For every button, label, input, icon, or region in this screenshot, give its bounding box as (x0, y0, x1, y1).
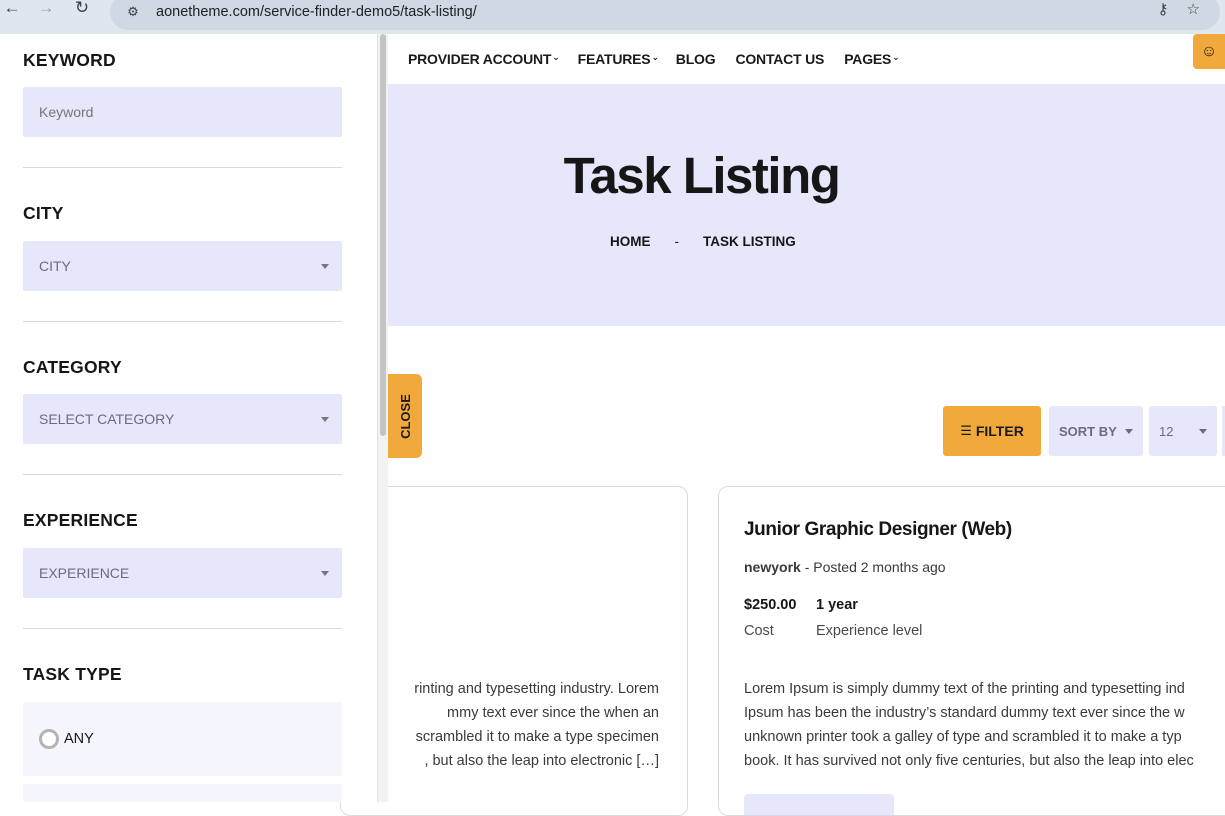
breadcrumb-separator: - (674, 234, 680, 249)
desc-line: unknown printer took a galley of type an… (744, 729, 1182, 745)
nav-provider-account[interactable]: PROVIDER ACCOUNT ⌄ (408, 51, 560, 67)
task-action-button[interactable] (744, 794, 894, 815)
per-page-value: 12 (1159, 423, 1174, 439)
task-description: Lorem Ipsum is simply dummy text of the … (744, 677, 1194, 773)
section-title: KEYWORD (23, 50, 116, 70)
keyword-section: KEYWORD (23, 50, 342, 71)
nav-contact-us[interactable]: CONTACT US (735, 51, 824, 67)
city-section: CITY (23, 203, 342, 224)
address-bar[interactable]: ⚙ aonetheme.com/service-finder-demo5/tas… (110, 0, 1220, 30)
sliders-icon: ☰ (960, 423, 972, 438)
category-section: CATEGORY (23, 357, 342, 378)
caret-down-icon (321, 571, 329, 576)
nav-label: PROVIDER ACCOUNT (408, 51, 552, 67)
user-icon: ☺ (1200, 42, 1218, 60)
desc-line: rinting and typesetting industry. Lorem (414, 681, 659, 697)
section-title: CATEGORY (23, 357, 122, 377)
task-location: newyork (744, 559, 801, 575)
desc-line: book. It has survived not only five cent… (744, 753, 1194, 769)
chevron-down-icon: ⌄ (892, 52, 900, 62)
task-type-option-next[interactable] (23, 784, 342, 802)
divider (23, 321, 342, 322)
url-text: aonetheme.com/service-finder-demo5/task-… (156, 4, 477, 20)
task-posted: Posted 2 months ago (813, 559, 946, 575)
category-value: SELECT CATEGORY (39, 411, 175, 427)
desc-line: Lorem Ipsum is simply dummy text of the … (744, 681, 1185, 697)
breadcrumb-current: TASK LISTING (703, 234, 796, 249)
radio-button[interactable] (39, 729, 59, 749)
experience-select[interactable]: EXPERIENCE (23, 548, 342, 598)
main-nav: PROVIDER ACCOUNT ⌄ FEATURES ⌄ BLOG CONTACT… (378, 34, 1225, 84)
desc-line: mmy text ever since the when an (447, 705, 659, 721)
chevron-down-icon: ⌄ (651, 52, 659, 62)
caret-down-icon (321, 417, 329, 422)
caret-down-icon (321, 264, 329, 269)
page-title: Task Listing (563, 147, 841, 204)
category-select[interactable]: SELECT CATEGORY (23, 394, 342, 444)
section-title: CITY (23, 203, 64, 223)
site-settings-icon[interactable]: ⚙ (122, 1, 144, 23)
task-cost-label: Cost (744, 623, 774, 639)
chevron-down-icon: ⌄ (552, 52, 560, 62)
section-title: EXPERIENCE (23, 510, 138, 530)
task-meta: newyork - Posted 2 months ago (744, 559, 946, 575)
page-hero: Task Listing HOME - TASK LISTING (378, 84, 1225, 326)
back-arrow-icon[interactable]: ← (0, 0, 30, 22)
user-account-button[interactable]: ☺ (1193, 34, 1225, 69)
sort-label: SORT BY (1059, 423, 1117, 439)
forward-arrow-icon[interactable]: → (28, 0, 64, 22)
divider (23, 474, 342, 475)
breadcrumb: HOME - TASK LISTING (610, 234, 796, 249)
task-card[interactable]: rinting and typesetting industry. Lorem … (340, 486, 688, 816)
task-card[interactable]: Junior Graphic Designer (Web) newyork - … (718, 486, 1225, 816)
task-type-section: TASK TYPE (23, 664, 342, 685)
experience-value: EXPERIENCE (39, 565, 130, 581)
per-page-select[interactable]: 12 (1149, 406, 1217, 456)
close-label: CLOSE (397, 393, 413, 439)
browser-toolbar: ← → ↻ ⚙ aonetheme.com/service-finder-dem… (0, 0, 1225, 34)
task-experience-value: 1 year (816, 597, 858, 613)
filter-label: FILTER (975, 423, 1024, 439)
task-cost-value: $250.00 (744, 597, 797, 613)
nav-pages[interactable]: PAGES ⌄ (844, 51, 900, 67)
task-type-option-any[interactable]: ANY (23, 702, 342, 776)
close-filter-button[interactable]: CLOSE (388, 374, 422, 458)
task-experience-label: Experience level (816, 623, 923, 639)
sort-by-select[interactable]: SORT BY (1049, 406, 1143, 456)
divider (23, 167, 342, 168)
nav-features[interactable]: FEATURES ⌄ (578, 51, 659, 67)
caret-down-icon (1124, 428, 1133, 434)
meta-separator: - (804, 559, 814, 575)
radio-label: ANY (64, 731, 94, 747)
task-description: rinting and typesetting industry. Lorem … (341, 677, 687, 773)
nav-label: CONTACT US (735, 51, 825, 67)
reload-icon[interactable]: ↻ (64, 0, 100, 22)
city-value: CITY (39, 258, 71, 274)
filter-sidebar: KEYWORD CITY CITY CATEGORY SELECT CATEGO… (0, 34, 378, 802)
breadcrumb-home[interactable]: HOME (610, 234, 651, 249)
nav-label: FEATURES (577, 51, 651, 67)
key-icon[interactable]: ⚷ (1158, 0, 1169, 18)
nav-blog[interactable]: BLOG (676, 51, 716, 67)
nav-label: BLOG (675, 51, 716, 67)
keyword-input[interactable] (23, 87, 342, 137)
city-select[interactable]: CITY (23, 241, 342, 291)
filter-button[interactable]: ☰ FILTER (943, 406, 1041, 456)
experience-section: EXPERIENCE (23, 510, 342, 531)
desc-line: , but also the leap into electronic […] (424, 753, 659, 769)
desc-line: scrambled it to make a type specimen (415, 729, 659, 745)
caret-down-icon (1199, 429, 1207, 434)
star-icon[interactable]: ☆ (1187, 0, 1200, 18)
task-title[interactable]: Junior Graphic Designer (Web) (744, 519, 1012, 541)
nav-label: PAGES (844, 51, 892, 67)
desc-line: Ipsum has been the industry’s standard d… (744, 705, 1185, 721)
sidebar-scroll-thumb[interactable] (380, 34, 386, 436)
section-title: TASK TYPE (23, 664, 122, 684)
divider (23, 628, 342, 629)
